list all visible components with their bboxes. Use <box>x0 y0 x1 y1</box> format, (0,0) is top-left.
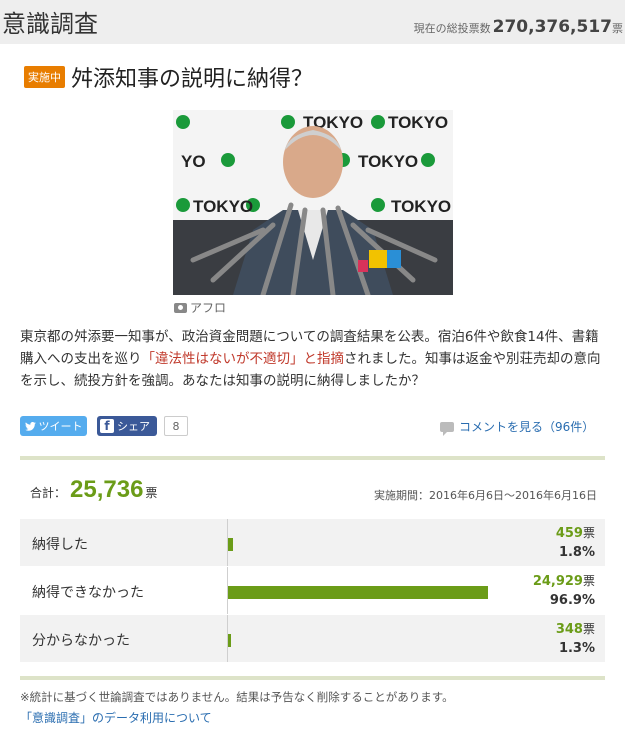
tweet-label: ツイート <box>38 420 83 433</box>
total-vote-value: 270,376,517 <box>492 17 612 37</box>
result-percent: 96.9% <box>549 593 595 608</box>
results-chart: 納得した 459票 1.8% 納得できなかった 24,929票 96.9% 分か… <box>20 519 605 663</box>
survey-period: 実施期間：2016年6月6日〜2016年6月16日 <box>374 489 597 502</box>
results-top-divider <box>20 456 605 460</box>
svg-text:YO: YO <box>181 152 206 171</box>
results-bottom-divider <box>20 676 605 680</box>
result-votes: 459票 <box>556 524 595 541</box>
svg-text:TOKYO: TOKYO <box>388 113 448 132</box>
result-vote-unit: 票 <box>582 622 595 636</box>
facebook-icon: f <box>100 419 114 433</box>
disclaimer-note: ※統計に基づく世論調査ではありません。結果は予告なく削除することがあります。 <box>20 690 454 704</box>
result-label: 納得した <box>32 537 88 553</box>
svg-text:TOKYO: TOKYO <box>391 197 451 216</box>
status-badge: 実施中 <box>24 66 65 88</box>
total-vote-counter: 現在の総投票数 270,376,517票 <box>414 17 623 37</box>
data-usage-link[interactable]: 「意識調査」のデータ利用について <box>20 709 212 726</box>
facebook-share-button[interactable]: f シェア <box>97 416 157 436</box>
description-highlight: 「違法性はないが不適切」と指摘 <box>141 351 345 367</box>
question-description: 東京都の舛添要一知事が、政治資金問題についての調査結果を公表。宿泊6件や飲食14… <box>20 326 608 392</box>
result-label: 納得できなかった <box>32 585 144 601</box>
tweet-button[interactable]: ツイート <box>20 416 87 436</box>
svg-text:TOKYO: TOKYO <box>193 197 253 216</box>
result-bar <box>228 538 233 551</box>
result-vote-unit: 票 <box>582 526 595 540</box>
svg-text:TOKYO: TOKYO <box>358 152 418 171</box>
question-title: 舛添知事の説明に納得？ <box>71 67 314 92</box>
result-percent: 1.8% <box>558 545 595 560</box>
result-row: 納得した 459票 1.8% <box>20 519 605 567</box>
page-title: 意識調査 <box>2 10 98 38</box>
photo-credit-text: アフロ <box>190 301 227 315</box>
twitter-bird-icon <box>24 421 36 431</box>
share-label: シェア <box>117 420 150 433</box>
photo-illustration: TOKYO TOKYO YO TOKYO TOKYO TOKYO <box>173 110 453 295</box>
result-vote-count: 24,929 <box>532 574 583 589</box>
total-vote-unit: 票 <box>612 22 623 35</box>
comment-bubble-icon <box>440 421 454 436</box>
result-vote-count: 348 <box>555 622 583 637</box>
camera-icon <box>174 302 187 313</box>
press-conference-photo: TOKYO TOKYO YO TOKYO TOKYO TOKYO <box>173 110 453 295</box>
result-label: 分からなかった <box>32 633 130 649</box>
vote-total: 合計： 25,736 票 <box>30 476 157 504</box>
result-vote-unit: 票 <box>582 574 595 588</box>
vote-total-number: 25,736 <box>70 476 144 503</box>
total-vote-label: 現在の総投票数 <box>413 22 491 35</box>
result-row: 納得できなかった 24,929票 96.9% <box>20 567 605 615</box>
comment-link-text: コメントを見る（96件） <box>459 420 595 434</box>
photo-credit: アフロ <box>174 299 226 316</box>
header-bar: 意識調査 現在の総投票数 270,376,517票 <box>0 0 625 44</box>
question-heading: 実施中 舛添知事の説明に納得？ <box>24 62 313 92</box>
result-votes: 24,929票 <box>533 572 595 589</box>
result-bar <box>228 634 231 647</box>
vote-total-label: 合計： <box>30 486 67 500</box>
result-vote-count: 459 <box>555 526 583 541</box>
result-bar <box>228 586 488 599</box>
result-percent: 1.3% <box>558 641 595 656</box>
share-count: 8 <box>164 416 188 436</box>
result-row: 分からなかった 348票 1.3% <box>20 615 605 663</box>
result-votes: 348票 <box>556 620 595 637</box>
vote-total-unit: 票 <box>145 486 158 500</box>
comment-link[interactable]: コメントを見る（96件） <box>440 418 595 436</box>
